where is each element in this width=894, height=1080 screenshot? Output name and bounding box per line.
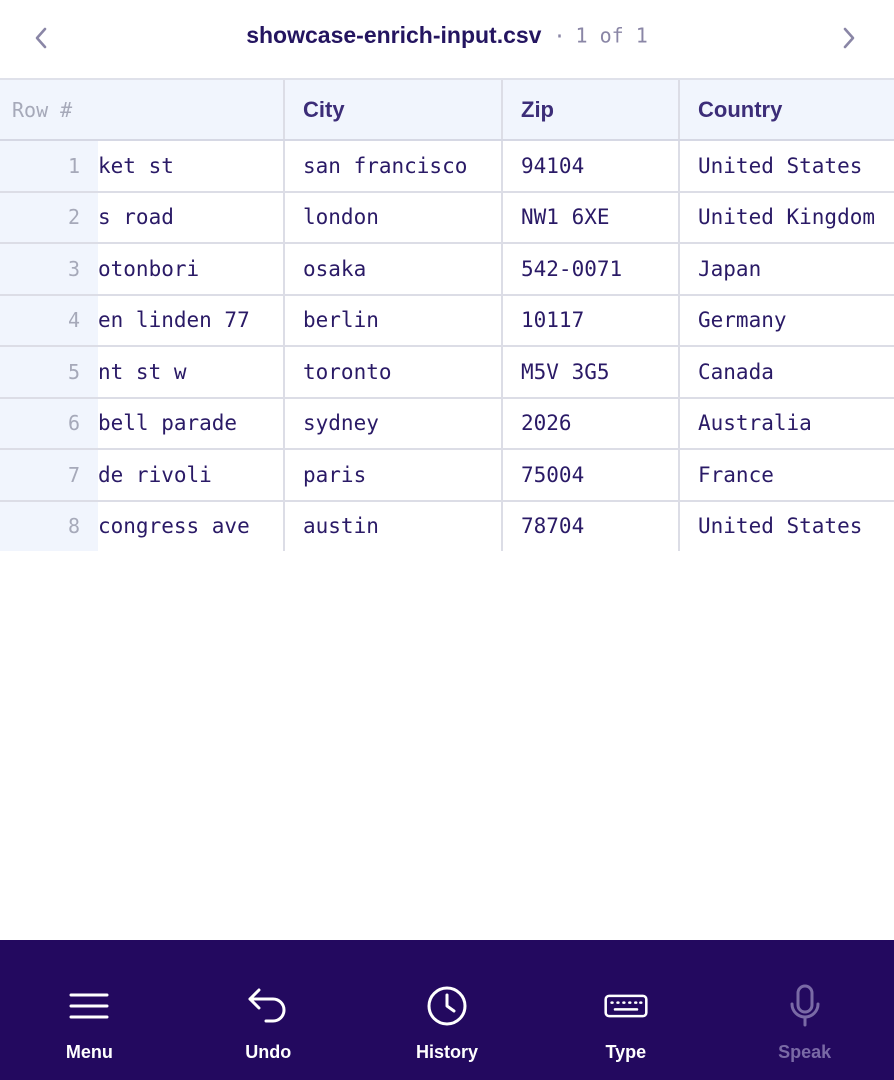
keyboard-icon — [604, 994, 648, 1018]
header: showcase-enrich-input.csv · 1 of 1 — [0, 0, 894, 78]
address-cell[interactable]: s road — [98, 191, 285, 244]
row-number-cell[interactable]: 6 — [0, 397, 98, 450]
undo-label: Undo — [245, 1042, 292, 1062]
address-text: de rivoli — [98, 462, 212, 487]
address-text: s road — [98, 205, 174, 230]
city-cell[interactable]: london — [284, 191, 503, 244]
microphone-icon — [790, 984, 820, 1027]
speak-label: Speak — [778, 1042, 832, 1062]
zip-cell[interactable]: 94104 — [502, 140, 680, 193]
country-cell[interactable]: Canada — [679, 346, 894, 399]
country-cell[interactable]: United Kingdom — [679, 191, 894, 244]
next-file-button[interactable] — [830, 20, 866, 56]
address-cell[interactable]: en linden 77 — [98, 294, 285, 347]
table-row: 4 en linden 77 berlin 10117 Germany — [0, 294, 894, 347]
address-text: ket st — [98, 153, 174, 178]
title-bar: showcase-enrich-input.csv · 1 of 1 — [0, 22, 894, 49]
city-cell[interactable]: berlin — [284, 294, 503, 347]
type-button[interactable]: Type — [536, 940, 715, 1080]
zip-cell[interactable]: 542-0071 — [502, 243, 680, 296]
address-cell[interactable]: otonbori — [98, 243, 285, 296]
country-cell[interactable]: Japan — [679, 243, 894, 296]
speak-button[interactable]: Speak — [715, 940, 894, 1080]
file-title: showcase-enrich-input.csv — [246, 22, 542, 48]
address-cell[interactable]: congress ave — [98, 500, 285, 551]
chevron-right-icon — [843, 27, 855, 49]
row-number-cell[interactable]: 7 — [0, 449, 98, 502]
table-row: 8 congress ave austin 78704 United State… — [0, 500, 894, 551]
table-row: 5 nt st w toronto M5V 3G5 Canada — [0, 346, 894, 399]
page-count: 1 of 1 — [575, 23, 648, 48]
row-number-cell[interactable]: 2 — [0, 191, 98, 244]
column-header-row-number[interactable]: Row # — [0, 80, 98, 141]
table-row: 2 s road london NW1 6XE United Kingdom — [0, 191, 894, 244]
address-text: bell parade — [98, 411, 238, 436]
undo-icon — [248, 988, 286, 1023]
city-cell[interactable]: sydney — [284, 397, 503, 450]
header-row: Row # City Zip Country — [0, 80, 894, 141]
table-row: 1 ket st san francisco 94104 United Stat… — [0, 140, 894, 193]
city-cell[interactable]: paris — [284, 449, 503, 502]
zip-cell[interactable]: 2026 — [502, 397, 680, 450]
country-cell[interactable]: United States — [679, 140, 894, 193]
column-header-country[interactable]: Country — [679, 80, 894, 141]
zip-cell[interactable]: 78704 — [502, 500, 680, 551]
clock-icon — [427, 986, 467, 1026]
title-separator: · — [553, 23, 566, 48]
row-number-cell[interactable]: 3 — [0, 243, 98, 296]
zip-cell[interactable]: 10117 — [502, 294, 680, 347]
city-cell[interactable]: san francisco — [284, 140, 503, 193]
history-label: History — [415, 1042, 478, 1062]
address-cell[interactable]: bell parade — [98, 397, 285, 450]
table-row: 6 bell parade sydney 2026 Australia — [0, 397, 894, 450]
address-text: congress ave — [98, 514, 250, 539]
country-cell[interactable]: United States — [679, 500, 894, 551]
city-cell[interactable]: osaka — [284, 243, 503, 296]
bottom-toolbar: Menu Undo History Type Speak — [0, 940, 894, 1080]
address-cell[interactable]: ket st — [98, 140, 285, 193]
menu-button[interactable]: Menu — [0, 940, 179, 1080]
column-header-city[interactable]: City — [284, 80, 503, 141]
country-cell[interactable]: France — [679, 449, 894, 502]
undo-button[interactable]: Undo — [179, 940, 358, 1080]
address-cell[interactable]: nt st w — [98, 346, 285, 399]
zip-cell[interactable]: NW1 6XE — [502, 191, 680, 244]
address-text: otonbori — [98, 256, 200, 281]
zip-cell[interactable]: 75004 — [502, 449, 680, 502]
address-text: nt st w — [98, 359, 187, 384]
table-row: 3 otonbori osaka 542-0071 Japan — [0, 243, 894, 296]
menu-label: Menu — [65, 1042, 113, 1062]
row-number-cell[interactable]: 1 — [0, 140, 98, 193]
zip-cell[interactable]: M5V 3G5 — [502, 346, 680, 399]
menu-icon — [69, 993, 109, 1019]
column-header-zip[interactable]: Zip — [502, 80, 680, 141]
address-cell[interactable]: de rivoli — [98, 449, 285, 502]
country-cell[interactable]: Germany — [679, 294, 894, 347]
csv-table: Row # City Zip Country 1 ket st san fran… — [0, 80, 894, 551]
city-cell[interactable]: austin — [284, 500, 503, 551]
type-label: Type — [605, 1042, 647, 1062]
row-number-cell[interactable]: 5 — [0, 346, 98, 399]
row-number-cell[interactable]: 4 — [0, 294, 98, 347]
city-cell[interactable]: toronto — [284, 346, 503, 399]
country-cell[interactable]: Australia — [679, 397, 894, 450]
data-grid[interactable]: Row # City Zip Country 1 ket st san fran… — [0, 78, 894, 551]
table-row: 7 de rivoli paris 75004 France — [0, 449, 894, 502]
address-text: en linden 77 — [98, 308, 250, 333]
history-button[interactable]: History — [358, 940, 537, 1080]
row-number-cell[interactable]: 8 — [0, 500, 98, 551]
column-header-address[interactable] — [98, 80, 285, 141]
table-body: 1 ket st san francisco 94104 United Stat… — [0, 140, 894, 551]
